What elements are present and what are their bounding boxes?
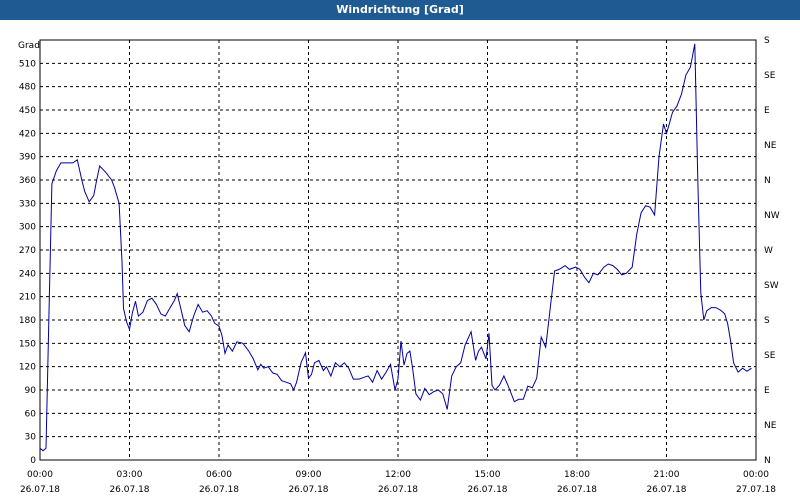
right-axis-label: E — [764, 106, 770, 116]
x-tick-date: 26.07.18 — [109, 485, 149, 495]
y-tick-label: 30 — [25, 433, 37, 443]
x-tick-date: 26.07.18 — [646, 485, 686, 495]
y-tick-label: 0 — [30, 456, 36, 466]
x-tick-time: 00:00 — [743, 470, 769, 480]
y-tick-label: 480 — [19, 83, 36, 93]
x-tick-date: 26.07.18 — [378, 485, 418, 495]
y-tick-label: 510 — [19, 59, 36, 69]
right-axis-label: SW — [764, 281, 779, 291]
right-axis-label: NE — [764, 141, 777, 151]
right-axis-label: NE — [764, 421, 777, 431]
right-axis-label: W — [764, 246, 773, 256]
x-tick-date: 27.07.18 — [736, 485, 776, 495]
x-tick-time: 21:00 — [654, 470, 680, 480]
x-tick-time: 15:00 — [475, 470, 501, 480]
y-tick-label: 270 — [19, 246, 36, 256]
y-tick-label: 420 — [19, 129, 36, 139]
x-tick-date: 26.07.18 — [557, 485, 597, 495]
x-tick-date: 26.07.18 — [467, 485, 507, 495]
y-tick-label: 60 — [25, 409, 37, 419]
y-tick-label: 450 — [19, 106, 36, 116]
x-tick-date: 26.07.18 — [199, 485, 239, 495]
y-tick-label: 120 — [19, 363, 36, 373]
x-tick-date: 26.07.18 — [20, 485, 60, 495]
right-axis-label: NW — [764, 211, 780, 221]
chart-window: Windrichtung [Grad] 0 30 60 90 120 150 180 210 2… — [0, 0, 800, 500]
y-tick-label: 300 — [19, 223, 36, 233]
right-axis-label: SE — [764, 351, 776, 361]
x-tick-time: 18:00 — [564, 470, 590, 480]
y-tick-label: 330 — [19, 199, 36, 209]
x-tick-time: 12:00 — [385, 470, 411, 480]
x-tick-time: 06:00 — [206, 470, 232, 480]
right-axis-label: E — [764, 386, 770, 396]
right-axis-label: SE — [764, 71, 776, 81]
y-tick-label: 180 — [19, 316, 36, 326]
x-tick-time: 03:00 — [117, 470, 143, 480]
chart-background — [0, 20, 800, 500]
y-tick-label: 360 — [19, 176, 36, 186]
y-axis-label: Grad — [18, 41, 40, 51]
x-tick-date: 26.07.18 — [288, 485, 328, 495]
line-chart: 0 30 60 90 120 150 180 210 240 270 300 330 360 390 420… — [0, 20, 800, 500]
x-tick-time: 09:00 — [296, 470, 322, 480]
y-tick-label: 150 — [19, 339, 36, 349]
right-axis-label: N — [764, 456, 771, 466]
right-axis-label: N — [764, 176, 771, 186]
x-tick-time: 00:00 — [27, 470, 53, 480]
y-tick-label: 390 — [19, 153, 36, 163]
y-tick-label: 90 — [25, 386, 37, 396]
y-tick-label: 210 — [19, 293, 36, 303]
right-axis-label: S — [764, 316, 770, 326]
right-axis-label: S — [764, 36, 770, 46]
y-tick-label: 240 — [19, 269, 36, 279]
